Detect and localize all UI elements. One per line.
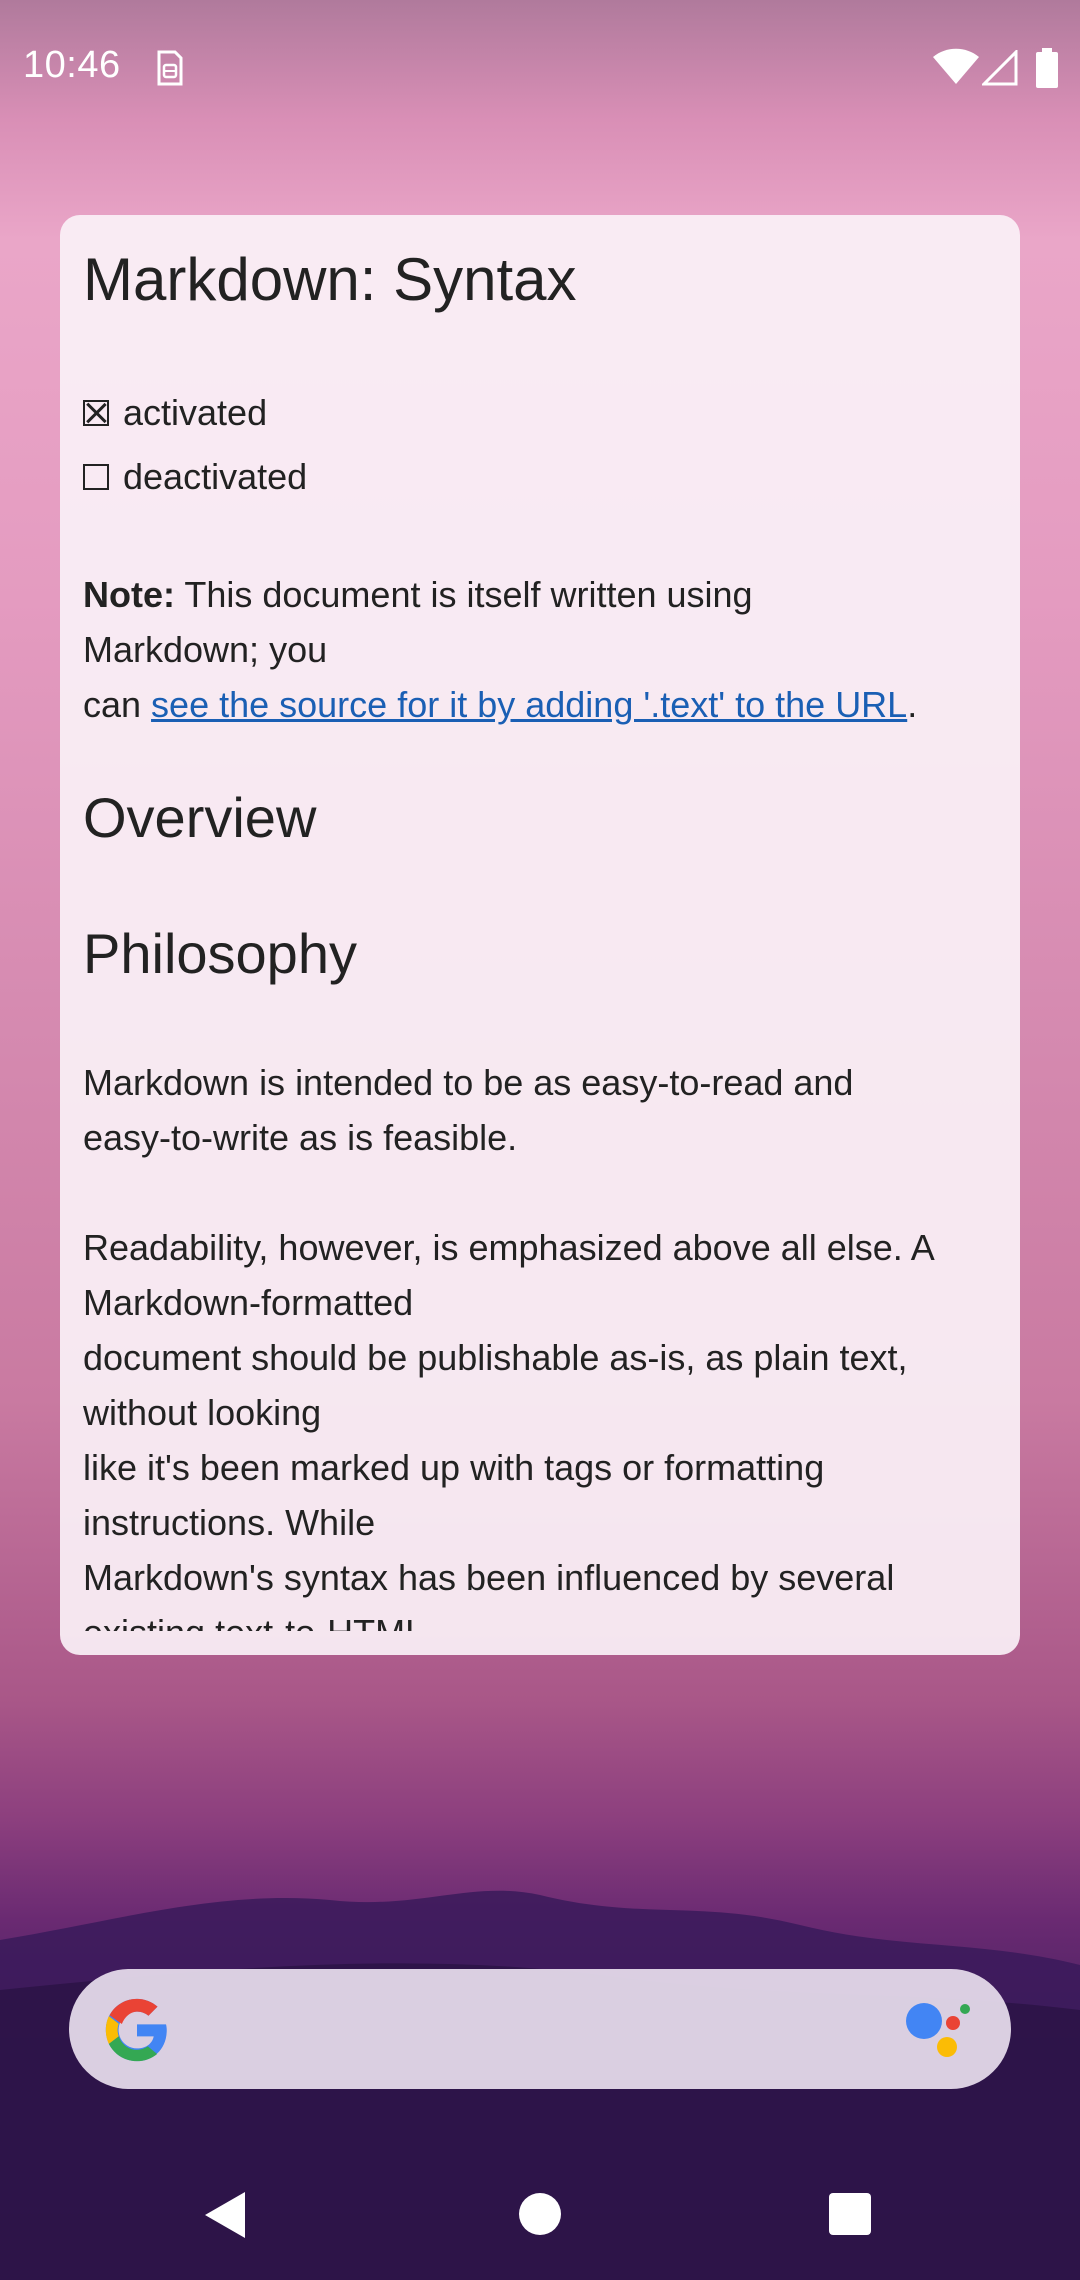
google-search-bar[interactable] [69, 1969, 1011, 2089]
task-item-activated[interactable]: activated [83, 392, 267, 434]
widget-content[interactable]: Markdown: Syntax activated deactivated N… [83, 215, 1003, 1631]
battery-icon [1036, 48, 1058, 88]
source-link[interactable]: see the source for it by adding '.text' … [151, 684, 907, 725]
signal-icon [982, 50, 1018, 86]
status-bar: 10:46 [0, 0, 1080, 130]
task-label: activated [123, 392, 268, 433]
google-assistant-icon[interactable] [901, 1997, 971, 2061]
google-g-icon[interactable] [103, 1996, 171, 2064]
markdown-widget[interactable]: Markdown: Syntax activated deactivated N… [60, 215, 1020, 1655]
note-label: Note: [83, 574, 175, 615]
note-paragraph: Note: This document is itself written us… [83, 567, 917, 732]
navigation-bar [0, 2150, 1080, 2280]
task-item-deactivated[interactable]: deactivated [83, 456, 307, 498]
checked-box-icon[interactable] [83, 400, 109, 426]
sim-card-icon [157, 50, 183, 86]
philosophy-paragraph-2: Readability, however, is emphasized abov… [83, 1227, 935, 1631]
status-time: 10:46 [23, 44, 121, 86]
widget-title: Markdown: Syntax [83, 246, 577, 313]
home-screen: 10:46 Markdown: Syntax activated deactiv… [0, 0, 1080, 2280]
philosophy-heading: Philosophy [83, 922, 357, 985]
overview-heading: Overview [83, 786, 317, 849]
back-button[interactable] [203, 2190, 247, 2240]
unchecked-box-icon[interactable] [83, 464, 109, 490]
task-label: deactivated [123, 456, 308, 497]
note-line-3: can see the source for it by adding '.te… [83, 684, 918, 725]
note-line-1: Note: This document is itself written us… [83, 574, 753, 615]
wifi-icon [933, 48, 979, 84]
recents-button[interactable] [829, 2193, 871, 2235]
note-line-2: Markdown; you [83, 629, 328, 670]
home-button[interactable] [519, 2193, 561, 2235]
philosophy-paragraph-1: Markdown is intended to be as easy-to-re… [83, 1062, 854, 1158]
